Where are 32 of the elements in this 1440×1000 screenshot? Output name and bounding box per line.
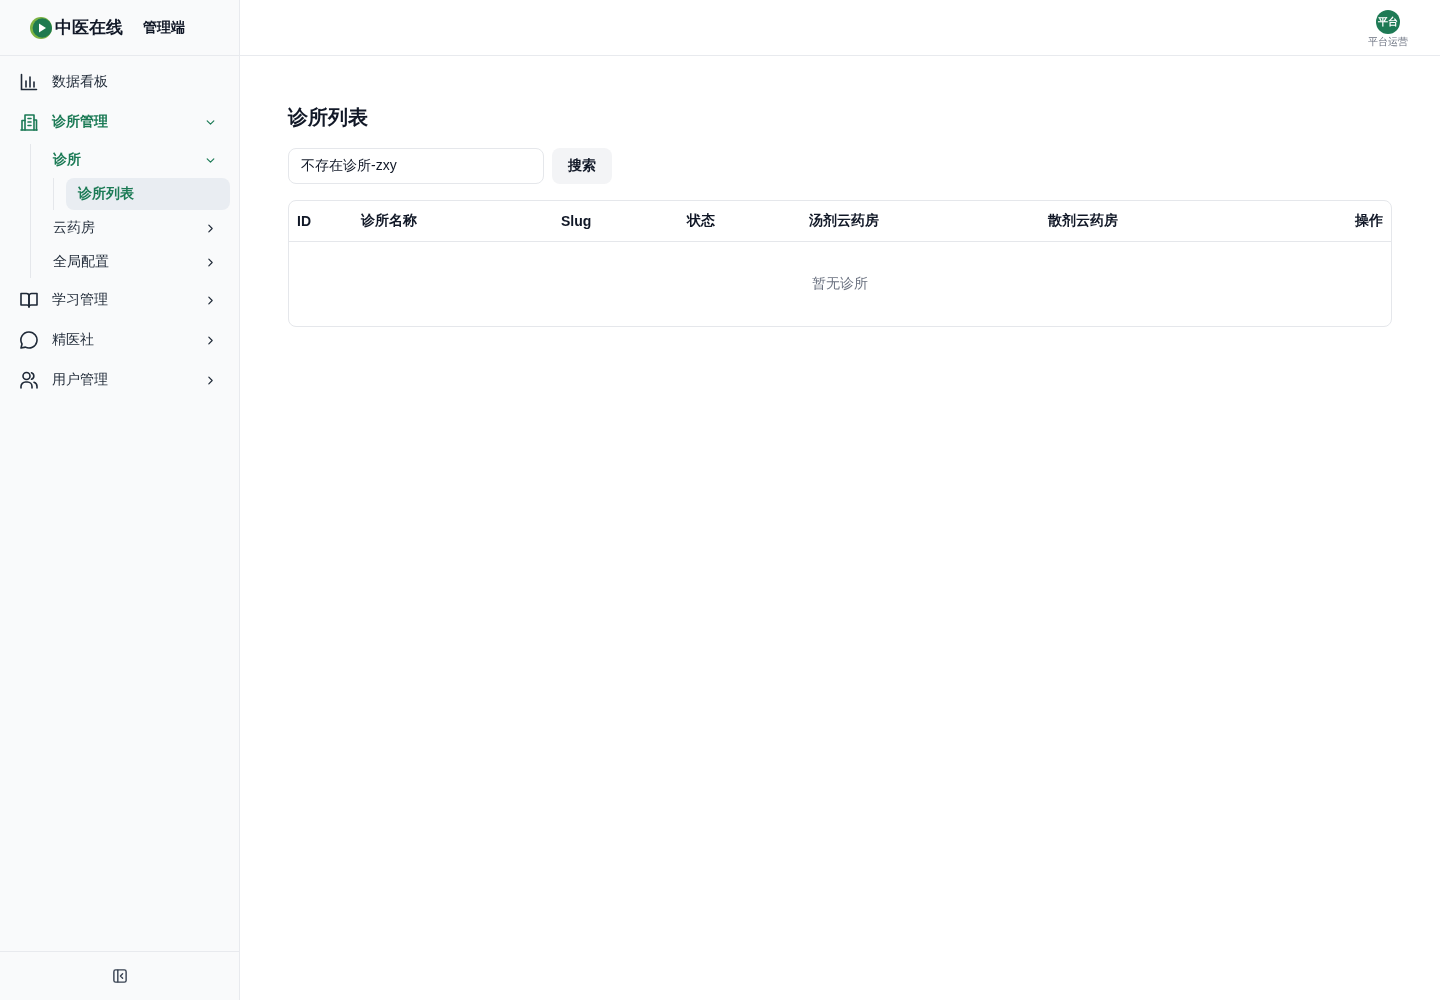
users-icon	[20, 371, 38, 389]
brand-name: 中医在线	[55, 17, 123, 39]
empty-state-text: 暂无诊所	[812, 275, 868, 293]
nav-item[interactable]: 诊所管理	[8, 104, 231, 140]
nav-item[interactable]: 诊所列表	[66, 178, 230, 210]
column-header: Slug	[561, 213, 592, 229]
building-icon	[20, 113, 38, 131]
nav-item[interactable]: 诊所	[45, 144, 231, 176]
nav-item[interactable]: 精医社	[8, 322, 231, 358]
nav-item[interactable]: 数据看板	[8, 64, 231, 100]
column-header: 汤剂云药房	[809, 212, 879, 230]
nav-item[interactable]: 用户管理	[8, 362, 231, 398]
column-header: 散剂云药房	[1048, 212, 1118, 230]
page-title: 诊所列表	[288, 105, 368, 130]
nav-item[interactable]: 全局配置	[45, 246, 231, 278]
column-header: 操作	[1355, 212, 1383, 230]
app-label: 管理端	[143, 18, 185, 37]
speech-bubble-icon	[20, 331, 38, 349]
avatar[interactable]: 平台	[1376, 9, 1400, 34]
bar-chart-icon	[20, 73, 38, 91]
collapse-sidebar-button[interactable]	[110, 967, 129, 985]
nav-item[interactable]: 学习管理	[8, 282, 231, 318]
column-header: 诊所名称	[361, 212, 417, 230]
book-icon	[20, 291, 38, 309]
column-header: ID	[297, 213, 311, 229]
play-logo-icon	[30, 16, 52, 39]
search-button[interactable]: 搜索	[552, 148, 612, 184]
sidebar-collapse-icon	[112, 969, 127, 983]
search-field[interactable]: 不存在诊所-zxy	[288, 148, 544, 184]
user-role-label: 平台运营	[1368, 35, 1408, 48]
column-header: 状态	[687, 212, 715, 230]
nav-item[interactable]: 云药房	[45, 212, 231, 244]
